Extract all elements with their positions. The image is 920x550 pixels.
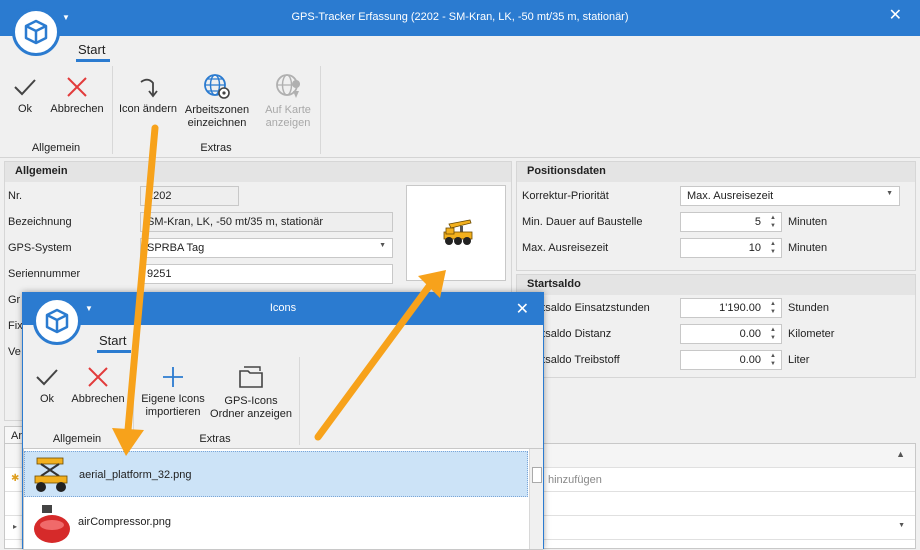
annotation-arrowhead-down <box>112 428 144 456</box>
annotation-arrow-up <box>314 281 434 441</box>
annotation-arrows <box>112 124 446 456</box>
annotation-arrow-down <box>124 124 159 434</box>
